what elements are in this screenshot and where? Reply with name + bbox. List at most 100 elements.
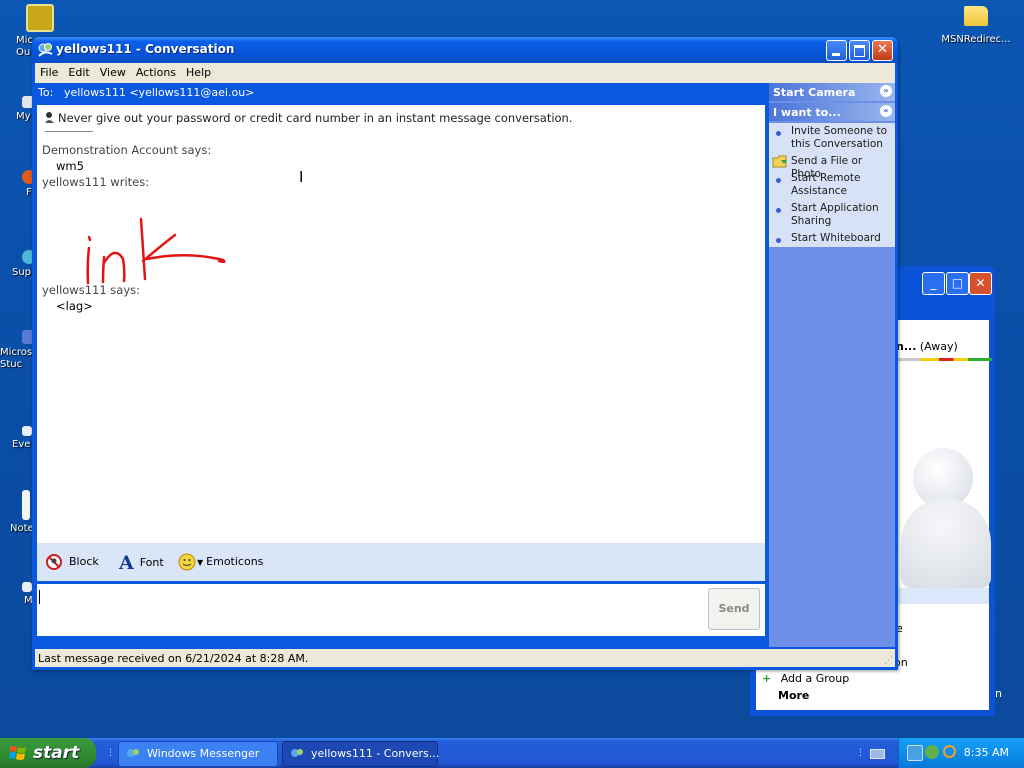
expand-icon[interactable]: » bbox=[880, 85, 892, 97]
text-caret bbox=[39, 590, 40, 604]
user-status[interactable]: n... (Away) bbox=[896, 340, 958, 353]
status-state: (Away) bbox=[919, 340, 958, 353]
folder-icon bbox=[772, 155, 787, 168]
notepad-icon bbox=[22, 490, 30, 520]
shortcut-icon bbox=[22, 426, 32, 436]
title-bar[interactable]: yellows111 - Conversation ✕ bbox=[32, 37, 898, 63]
font-label: Font bbox=[139, 556, 164, 569]
message-header: yellows111 says: bbox=[42, 283, 141, 297]
avatar-body bbox=[901, 498, 991, 588]
desktop-icon-label: MSNRedirec... bbox=[941, 34, 1011, 45]
menu-bar: File Edit View Actions Help bbox=[35, 63, 895, 83]
messenger-icon bbox=[291, 749, 303, 757]
action-label: Invite Someone to this Conversation bbox=[791, 125, 887, 150]
minimize-button[interactable]: _ bbox=[922, 272, 945, 295]
status-bar: Last message received on 6/21/2024 at 8:… bbox=[35, 649, 895, 667]
bullet-icon bbox=[776, 178, 781, 183]
add-group-label: Add a Group bbox=[780, 672, 850, 685]
window-title: yellows111 - Conversation bbox=[56, 42, 235, 56]
i-want-to-header[interactable]: I want to... « bbox=[769, 103, 895, 121]
block-icon bbox=[46, 554, 62, 570]
outlook-icon bbox=[26, 4, 54, 32]
avatar bbox=[901, 448, 991, 588]
taskbar-item-conversation[interactable]: yellows111 - Convers... bbox=[282, 741, 440, 767]
message-header: Demonstration Account says: bbox=[42, 143, 212, 157]
block-button[interactable]: Block bbox=[45, 553, 99, 571]
edge-char: n bbox=[995, 687, 1002, 700]
task-label: Windows Messenger bbox=[147, 747, 260, 760]
keyboard-icon[interactable] bbox=[870, 749, 885, 759]
close-button[interactable]: ✕ bbox=[872, 40, 893, 61]
status-name: n... bbox=[896, 340, 917, 353]
security-warning: Never give out your password or credit c… bbox=[44, 111, 573, 125]
menu-view[interactable]: View bbox=[95, 63, 131, 79]
message-body: <lag> bbox=[56, 299, 93, 313]
taskbar-item-windows-messenger[interactable]: Windows Messenger bbox=[118, 741, 278, 767]
tray-separator: ⋮ bbox=[856, 748, 865, 758]
start-camera-header[interactable]: Start Camera » bbox=[769, 83, 895, 101]
system-tray: 8:35 AM bbox=[898, 738, 1024, 768]
status-bar-colors bbox=[896, 358, 992, 361]
start-label: start bbox=[33, 743, 80, 763]
collapse-icon[interactable]: « bbox=[880, 105, 892, 117]
menu-help[interactable]: Help bbox=[181, 63, 216, 79]
i-want-to-label: I want to... bbox=[773, 106, 841, 119]
bullet-icon bbox=[776, 131, 781, 136]
conversation-history[interactable]: Never give out your password or credit c… bbox=[37, 105, 765, 543]
menu-file[interactable]: File bbox=[35, 63, 63, 79]
emoticons-button[interactable]: ▼ Emoticons bbox=[178, 553, 263, 571]
close-button[interactable]: ✕ bbox=[969, 272, 992, 295]
network-icon[interactable] bbox=[907, 745, 923, 761]
block-label: Block bbox=[69, 555, 99, 568]
message-body: wm5 bbox=[56, 159, 84, 173]
status-text: Last message received on 6/21/2024 at 8:… bbox=[38, 652, 309, 665]
folder-icon bbox=[964, 6, 988, 26]
task-pane: Start Camera » I want to... « Invite Som… bbox=[769, 83, 895, 647]
quicklaunch-separator: ⋮ bbox=[106, 748, 115, 758]
person-icon bbox=[45, 112, 54, 123]
clock[interactable]: 8:35 AM bbox=[964, 746, 1009, 759]
minimize-icon bbox=[832, 53, 840, 56]
start-button[interactable]: start bbox=[0, 738, 96, 768]
font-button[interactable]: A Font bbox=[119, 552, 164, 574]
message-input[interactable]: Send bbox=[37, 584, 765, 636]
windows-logo-icon bbox=[9, 746, 26, 760]
action-label: Start Remote Assistance bbox=[791, 172, 861, 197]
ibeam-cursor-icon: I bbox=[299, 168, 304, 186]
bullet-icon bbox=[776, 238, 781, 243]
warning-text: Never give out your password or credit c… bbox=[58, 111, 573, 125]
maximize-button[interactable] bbox=[849, 40, 870, 61]
ink-message bbox=[86, 217, 226, 285]
conversation-window[interactable]: yellows111 - Conversation ✕ File Edit View… bbox=[32, 37, 898, 670]
close-icon: ✕ bbox=[877, 42, 888, 57]
desktop-icon-msnredirect[interactable]: MSNRedirec... bbox=[936, 6, 1016, 45]
search-icon[interactable] bbox=[943, 745, 956, 758]
recipient-address[interactable]: yellows111 <yellows111@aei.ou> bbox=[64, 86, 254, 99]
send-button[interactable]: Send bbox=[708, 588, 760, 630]
resize-grip-icon[interactable]: ⋰ bbox=[884, 656, 893, 666]
maximize-button[interactable]: □ bbox=[946, 272, 969, 295]
menu-edit[interactable]: Edit bbox=[63, 63, 94, 79]
task-label: yellows111 - Convers... bbox=[311, 747, 440, 760]
more-link[interactable]: More bbox=[778, 689, 809, 702]
emoticons-label: Emoticons bbox=[206, 555, 264, 568]
action-label: Start Application Sharing bbox=[791, 202, 879, 227]
add-group-link[interactable]: + Add a Group bbox=[762, 672, 849, 685]
menu-actions[interactable]: Actions bbox=[131, 63, 181, 79]
action-list: Invite Someone to this Conversation Send… bbox=[769, 123, 895, 247]
bullet-icon bbox=[776, 208, 781, 213]
messenger-tray-icon[interactable] bbox=[925, 745, 939, 759]
plus-icon: + bbox=[762, 672, 772, 685]
action-label: Start Whiteboard bbox=[791, 232, 881, 244]
formatting-toolbar: Block A Font ▼ Emoticons bbox=[37, 543, 765, 581]
smiley-icon bbox=[178, 553, 196, 571]
to-bar: To: yellows111 <yellows111@aei.ou> bbox=[35, 83, 765, 102]
messenger-icon bbox=[127, 749, 139, 757]
dropdown-arrow-icon: ▼ bbox=[197, 558, 204, 567]
maximize-icon bbox=[854, 45, 865, 57]
divider bbox=[45, 131, 93, 132]
messenger-icon bbox=[38, 43, 53, 57]
message-header: yellows111 writes: bbox=[42, 175, 150, 189]
minimize-button[interactable] bbox=[826, 40, 847, 61]
shortcut-icon bbox=[22, 582, 32, 592]
